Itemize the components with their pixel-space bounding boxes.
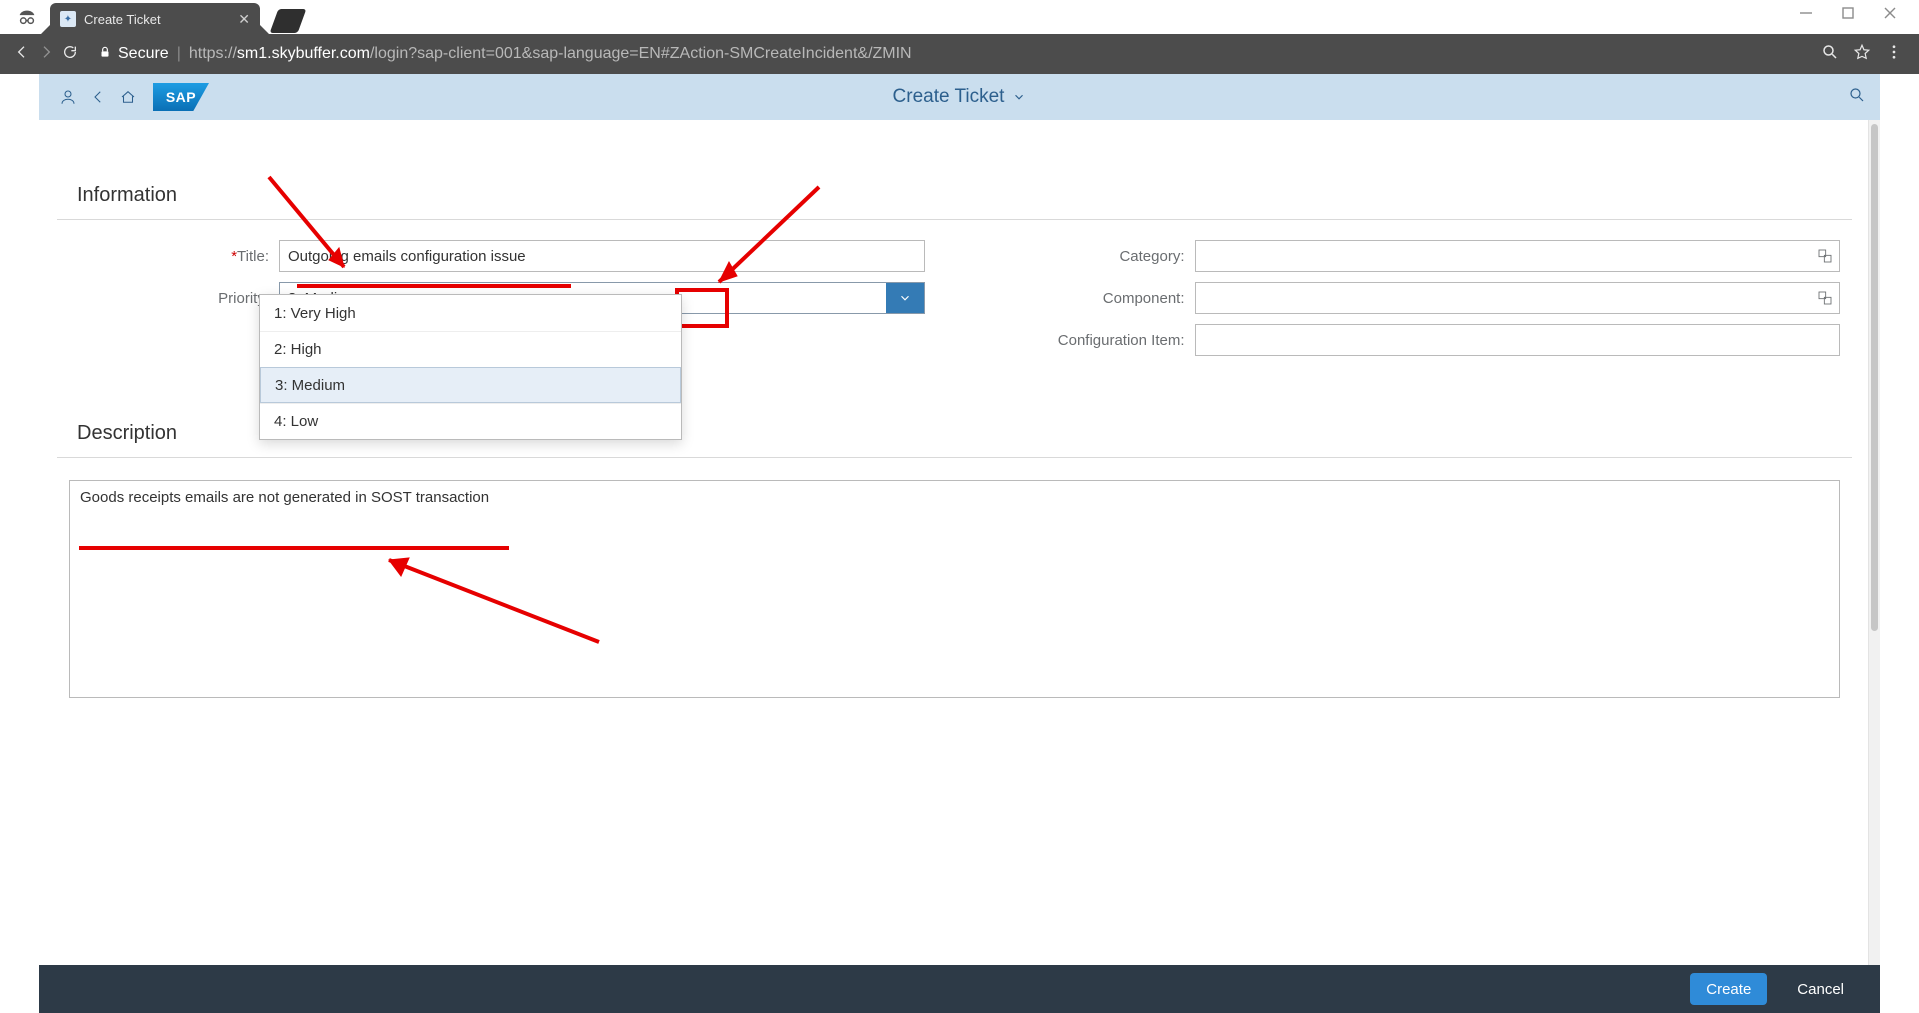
- browser-toolbar: Secure | https:// sm1.skybuffer.com /log…: [0, 34, 1919, 74]
- title-input[interactable]: [279, 240, 925, 272]
- category-input[interactable]: [1195, 240, 1841, 272]
- user-icon[interactable]: [53, 88, 83, 106]
- priority-label: Priority:: [69, 290, 279, 307]
- cancel-button[interactable]: Cancel: [1781, 973, 1860, 1005]
- tab-title: Create Ticket: [84, 12, 161, 27]
- config-item-label: Configuration Item:: [985, 332, 1195, 349]
- url-host: sm1.skybuffer.com: [237, 45, 370, 63]
- browser-menu-icon[interactable]: [1885, 43, 1903, 66]
- bookmark-star-icon[interactable]: [1853, 43, 1871, 66]
- nav-reload-button[interactable]: [58, 44, 82, 65]
- tab-close-icon[interactable]: ✕: [238, 12, 250, 26]
- section-information: Information: [57, 120, 1852, 220]
- config-item-input[interactable]: [1195, 324, 1841, 356]
- window-close-icon[interactable]: [1883, 6, 1897, 25]
- component-label: Component:: [985, 290, 1195, 307]
- category-label: Category:: [985, 248, 1195, 265]
- description-textarea[interactable]: Goods receipts emails are not generated …: [69, 480, 1840, 698]
- title-label: *Title:: [69, 248, 279, 265]
- window-minimize-icon[interactable]: [1799, 6, 1813, 25]
- priority-option[interactable]: 2: High: [260, 331, 681, 367]
- address-bar[interactable]: Secure | https:// sm1.skybuffer.com /log…: [92, 39, 1811, 69]
- shell-search-icon[interactable]: [1848, 86, 1866, 109]
- page-title: Create Ticket: [893, 86, 1005, 108]
- window-maximize-icon[interactable]: [1841, 6, 1855, 25]
- nav-back-button[interactable]: [10, 44, 34, 65]
- fiori-shell-header: SAP Create Ticket: [39, 74, 1880, 120]
- priority-option[interactable]: 3: Medium: [260, 367, 681, 403]
- priority-dropdown-arrow[interactable]: [886, 283, 924, 313]
- value-help-icon[interactable]: [1817, 248, 1833, 264]
- scrollbar-thumb[interactable]: [1871, 124, 1878, 631]
- url-path: /login?sap-client=001&sap-language=EN#ZA…: [370, 45, 912, 63]
- footer-toolbar: Create Cancel: [39, 965, 1880, 1013]
- chevron-down-icon: [898, 291, 912, 305]
- nav-back-icon[interactable]: [83, 88, 113, 106]
- page-title-dropdown[interactable]: Create Ticket: [893, 86, 1027, 108]
- url-scheme: https://: [189, 45, 237, 63]
- priority-dropdown-list: 1: Very High 2: High 3: Medium 4: Low: [259, 294, 682, 440]
- sap-logo: SAP: [153, 83, 209, 111]
- scrollbar[interactable]: [1868, 120, 1880, 965]
- zoom-icon[interactable]: [1821, 43, 1839, 66]
- chevron-down-icon: [1012, 90, 1026, 104]
- nav-forward-button[interactable]: [34, 44, 58, 65]
- secure-label: Secure: [118, 45, 169, 63]
- home-icon[interactable]: [113, 88, 143, 106]
- tab-favicon-icon: ✦: [60, 11, 76, 27]
- component-input[interactable]: [1195, 282, 1841, 314]
- value-help-icon[interactable]: [1817, 290, 1833, 306]
- priority-option[interactable]: 4: Low: [260, 403, 681, 439]
- secure-lock-icon: [98, 45, 112, 64]
- new-tab-button[interactable]: [270, 9, 307, 33]
- browser-tab[interactable]: ✦ Create Ticket ✕: [50, 3, 260, 35]
- create-button[interactable]: Create: [1690, 973, 1767, 1005]
- priority-option[interactable]: 1: Very High: [260, 295, 681, 331]
- incognito-icon: [16, 6, 38, 33]
